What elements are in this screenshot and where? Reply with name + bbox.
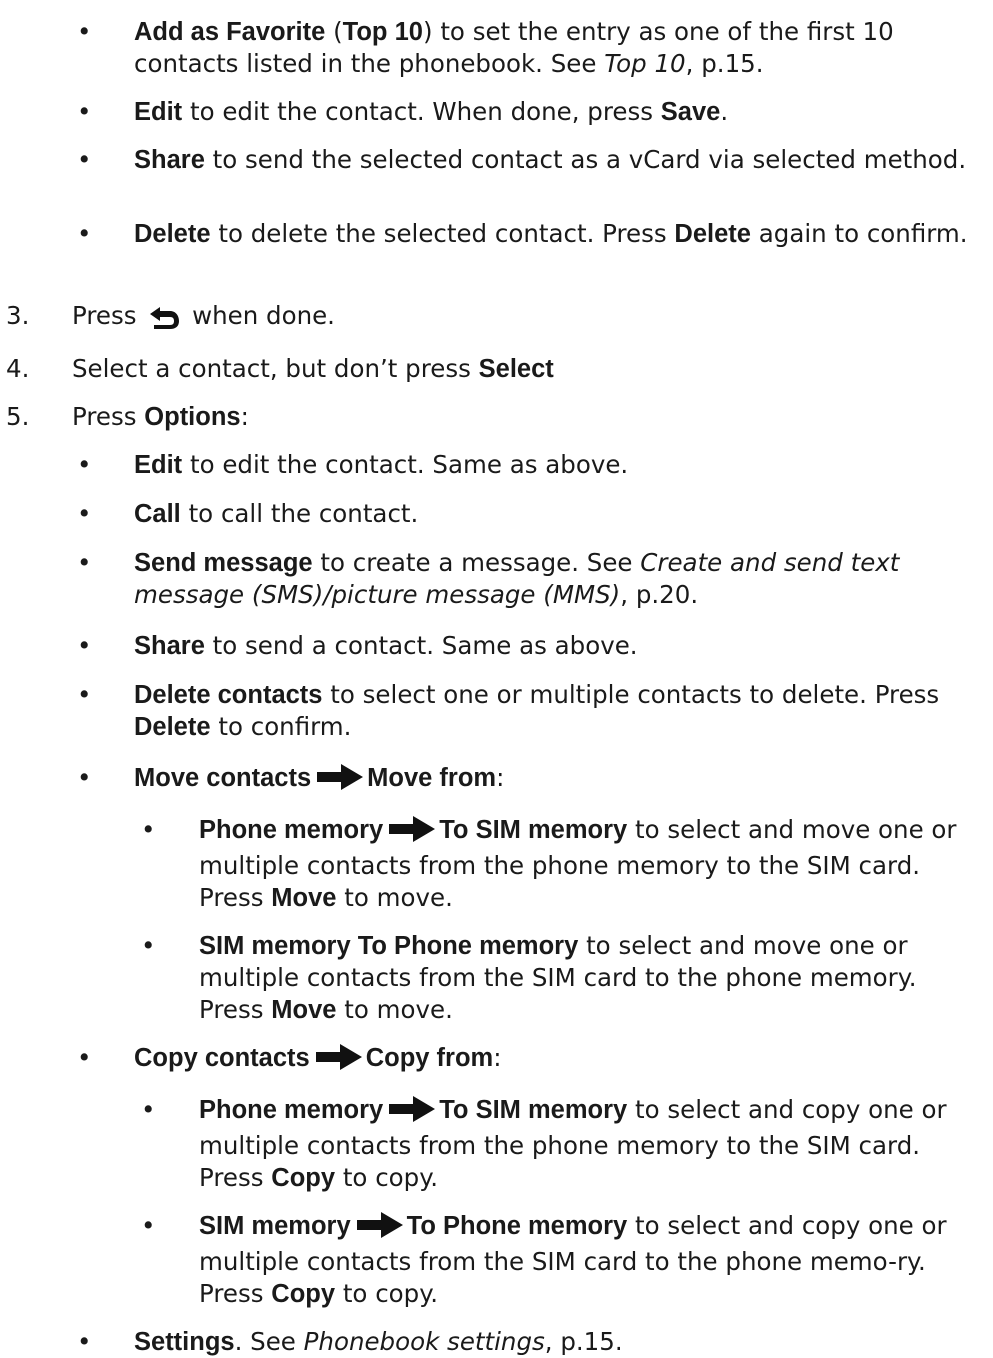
step-number: 4. [6,354,30,383]
step-text: Select a contact, but don’t press Select [72,354,554,383]
list-item-text: Phone memory To SIM memory to select and … [199,1095,947,1192]
right-arrow-icon [317,764,364,798]
bullet: • [141,1211,156,1240]
list-item-text: SIM memory To Phone memory to select and… [199,931,917,1024]
right-arrow-icon [356,1212,403,1246]
back-arrow-icon [148,305,180,337]
step-text: Press when done. [72,300,981,337]
bullet: • [77,548,92,577]
step-text: Press Options: [72,402,249,431]
step-number: 5. [6,402,30,431]
bullet: • [77,145,92,174]
bullet: • [77,499,92,528]
list-item-text: Move contacts Move from: [134,762,981,798]
bullet: • [77,450,92,479]
step-number: 3. [6,301,30,330]
right-arrow-icon [389,816,436,850]
bullet: • [77,1043,92,1072]
list-item-text: Settings. See Phonebook settings, p.15. [134,1327,623,1356]
cross-reference: Phonebook settings [303,1327,545,1356]
bullet: • [141,1095,156,1124]
bullet: • [77,1327,92,1356]
list-item-text: Edit to edit the contact. When done, pre… [134,97,729,126]
list-item-text: Share to send a contact. Same as above. [134,631,638,660]
right-arrow-icon [389,1096,436,1130]
cross-reference: Top 10 [604,49,686,78]
list-item-text: Delete to delete the selected contact. P… [134,219,968,248]
bullet: • [77,97,92,126]
list-item-text: Call to call the contact. [134,499,419,528]
bullet: • [77,219,92,248]
bullet: • [77,631,92,660]
list-item-text: Share to send the selected contact as a … [134,145,967,174]
list-item-text: Delete contacts to select one or multipl… [134,680,940,741]
bullet: • [77,680,92,709]
list-item-text: Send message to create a message. See Cr… [134,548,900,609]
right-arrow-icon [315,1044,362,1078]
list-item-text: Copy contacts Copy from: [134,1042,981,1078]
list-item-text: Edit to edit the contact. Same as above. [134,450,629,479]
bullet: • [77,763,92,792]
list-item-text: Phone memory To SIM memory to select and … [199,815,957,912]
bullet: • [141,931,156,960]
bullet: • [77,17,92,46]
list-item-text: SIM memory To Phone memory to select and … [199,1211,947,1308]
bullet: • [141,815,156,844]
list-item-text: Add as Favorite (Top 10) to set the entr… [134,17,894,78]
